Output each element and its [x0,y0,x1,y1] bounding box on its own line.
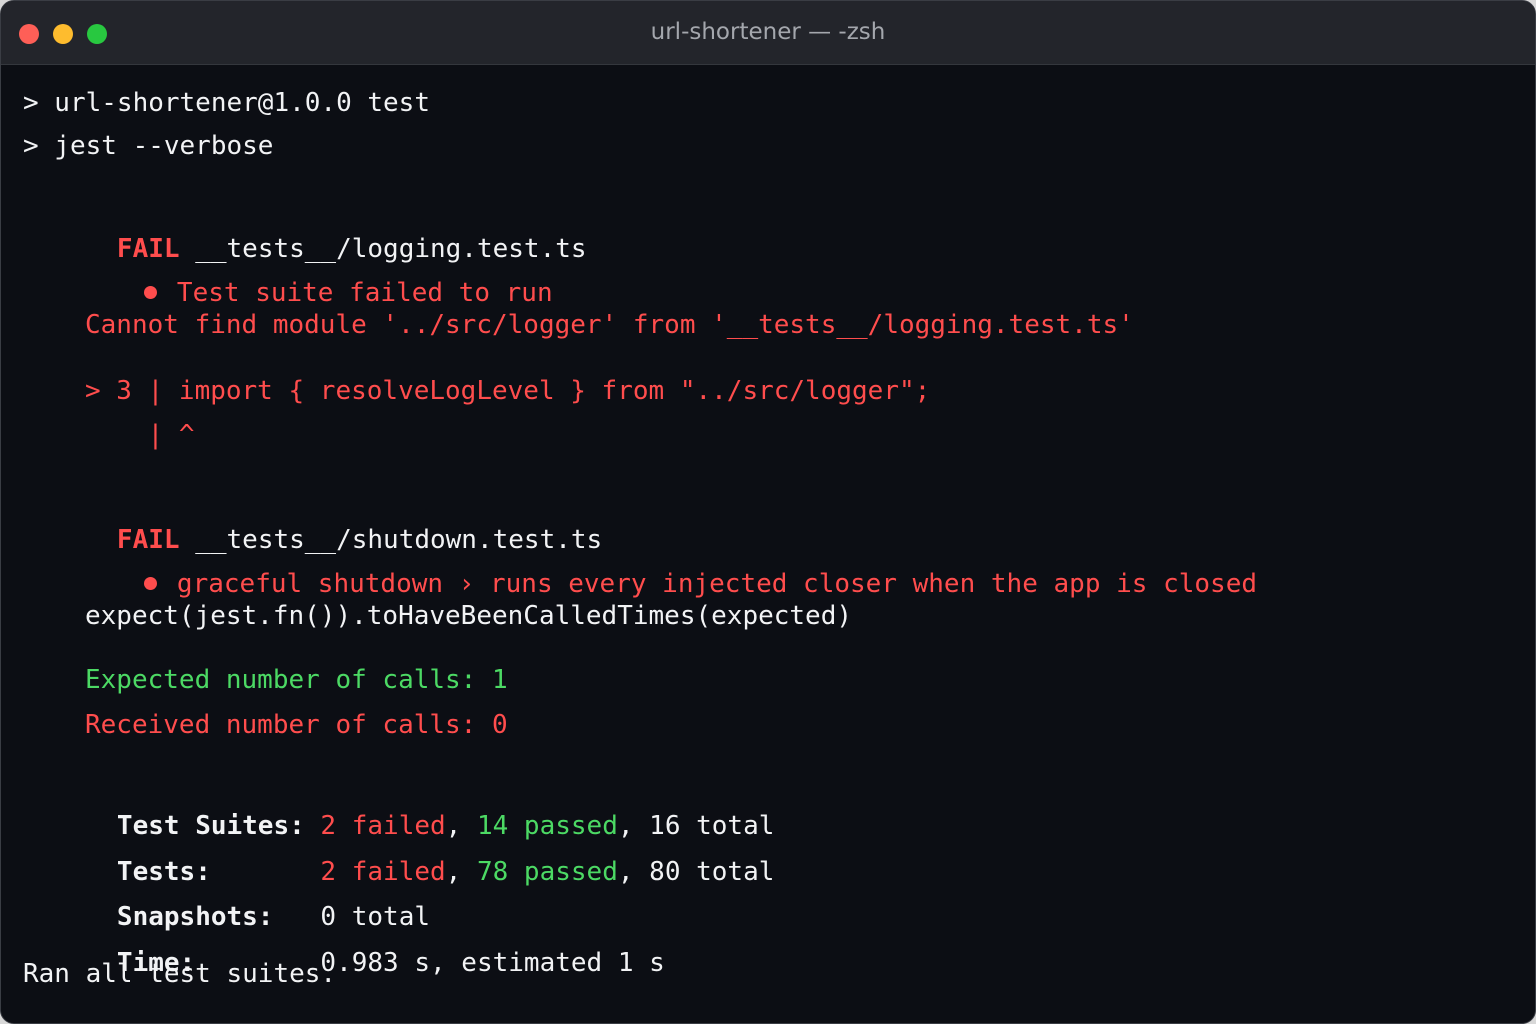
expected-calls-line: Expected number of calls: 1 [85,665,508,695]
summary-value: 0.983 s, estimated 1 s [320,948,665,978]
failure-title: Test suite failed to run [176,278,553,308]
jest-command-line: > jest --verbose [23,131,274,161]
title-bar[interactable]: url-shortener — -zsh [1,1,1535,65]
received-calls-line: Received number of calls: 0 [85,710,508,740]
code-frame-caret: | ^ [85,420,195,450]
passed-count: 78 passed [476,857,618,887]
assertion-line: expect(jest.fn()).toHaveBeenCalledTimes(… [85,601,853,631]
terminal-window: url-shortener — -zsh > url-shortener@1.0… [0,0,1536,1024]
code-frame-line: > 3 | import { resolveLogLevel } from ".… [85,376,931,406]
terminal-output[interactable]: > url-shortener@1.0.0 test > jest --verb… [23,65,1515,1023]
error-message: Cannot find module '../src/logger' from … [85,310,1134,340]
failure-title: graceful shutdown › runs every injected … [176,569,1258,599]
window-title: url-shortener — -zsh [650,19,886,45]
error-bullet-icon [143,577,157,590]
npm-script-line: > url-shortener@1.0.0 test [23,88,430,118]
total-count: , 80 total [617,857,775,887]
ran-all-line: Ran all test suites. [23,959,337,989]
separator: , [445,857,477,887]
error-bullet-icon [143,286,157,299]
